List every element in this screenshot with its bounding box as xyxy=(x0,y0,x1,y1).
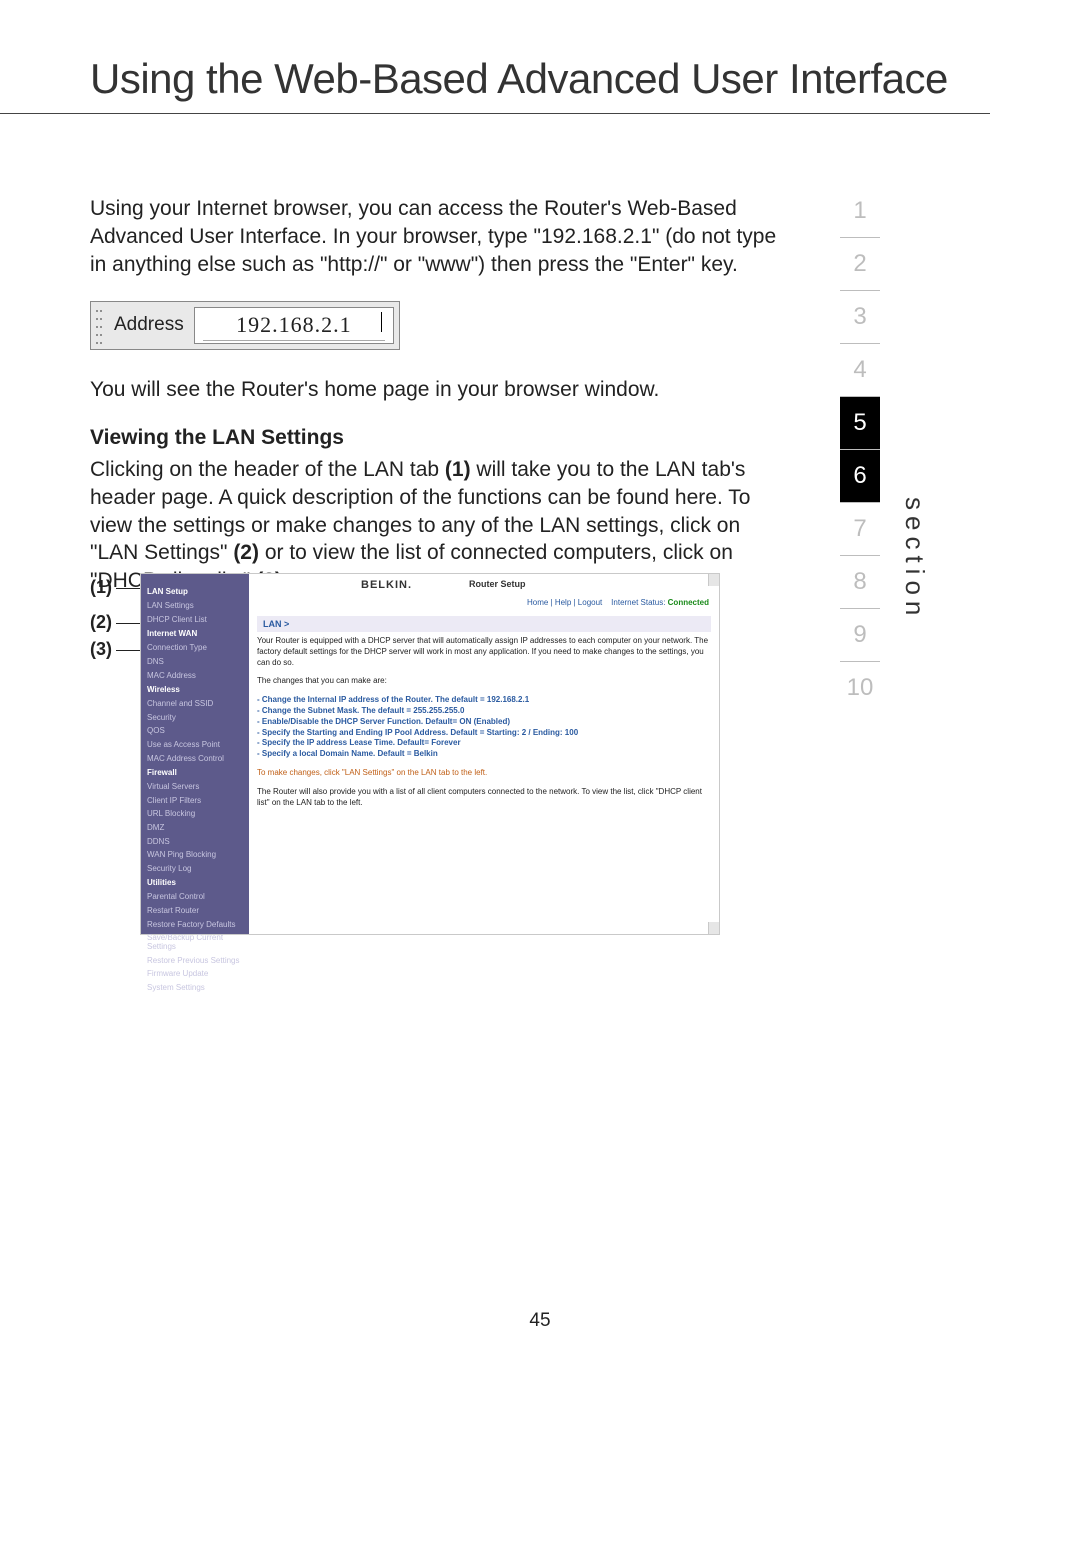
nav-client-ip-filters[interactable]: Client IP Filters xyxy=(141,794,249,808)
section-nav-2[interactable]: 2 xyxy=(840,237,880,290)
nav-url-blocking[interactable]: URL Blocking xyxy=(141,807,249,821)
nav-parental-control[interactable]: Parental Control xyxy=(141,890,249,904)
router-para4: The Router will also provide you with a … xyxy=(257,787,709,809)
nav-restore-previous-settings[interactable]: Restore Previous Settings xyxy=(141,953,249,967)
address-input[interactable]: 192.168.2.1 xyxy=(194,307,394,344)
nav-firmware-update[interactable]: Firmware Update xyxy=(141,967,249,981)
text-caret-icon xyxy=(381,312,382,332)
nav-use-as-access-point[interactable]: Use as Access Point xyxy=(141,738,249,752)
router-screenshot: LAN SetupLAN SettingsDHCP Client ListInt… xyxy=(140,573,720,935)
nav-virtual-servers[interactable]: Virtual Servers xyxy=(141,780,249,794)
nav-mac-address-control[interactable]: MAC Address Control xyxy=(141,751,249,765)
router-bullets: - Change the Internal IP address of the … xyxy=(257,695,709,760)
router-sidebar: LAN SetupLAN SettingsDHCP Client ListInt… xyxy=(141,574,249,934)
nav-channel-and-ssid[interactable]: Channel and SSID xyxy=(141,697,249,711)
nav-lan-settings[interactable]: LAN Settings xyxy=(141,599,249,613)
scrollbar-down-icon[interactable] xyxy=(708,922,719,934)
nav-mac-address[interactable]: MAC Address xyxy=(141,668,249,682)
nav-restore-factory-defaults[interactable]: Restore Factory Defaults xyxy=(141,917,249,931)
section-nav-7[interactable]: 7 xyxy=(840,502,880,555)
router-bullet: - Specify a local Domain Name. Default =… xyxy=(257,749,709,760)
address-bar: Address 192.168.2.1 xyxy=(90,301,400,350)
router-brand: BELKIN. xyxy=(361,579,412,591)
page-title: Using the Web-Based Advanced User Interf… xyxy=(0,0,990,114)
router-bullet: - Specify the IP address Lease Time. Def… xyxy=(257,738,709,749)
nav-security[interactable]: Security xyxy=(141,711,249,725)
section-label: section xyxy=(899,497,930,621)
router-bullet: - Specify the Starting and Ending IP Poo… xyxy=(257,728,709,739)
nav-firewall[interactable]: Firewall xyxy=(141,765,249,780)
nav-save-backup-current-settings[interactable]: Save/Backup Current Settings xyxy=(141,931,249,954)
router-para1: Your Router is equipped with a DHCP serv… xyxy=(257,636,709,668)
nav-dns[interactable]: DNS xyxy=(141,655,249,669)
router-page-title: Router Setup xyxy=(469,579,526,589)
router-main: BELKIN. Router Setup Home | Help | Logou… xyxy=(249,574,719,934)
router-bullet: - Change the Subnet Mask. The default = … xyxy=(257,706,709,717)
section-nav-10[interactable]: 10 xyxy=(840,661,880,714)
nav-wireless[interactable]: Wireless xyxy=(141,682,249,697)
subheading-lan: Viewing the LAN Settings xyxy=(90,426,790,450)
address-label: Address xyxy=(108,308,194,342)
section-nav-1[interactable]: 1 xyxy=(840,185,880,237)
nav-dmz[interactable]: DMZ xyxy=(141,821,249,835)
nav-qos[interactable]: QOS xyxy=(141,724,249,738)
nav-lan-setup[interactable]: LAN Setup xyxy=(141,584,249,599)
nav-restart-router[interactable]: Restart Router xyxy=(141,904,249,918)
after-address-paragraph: You will see the Router's home page in y… xyxy=(90,376,790,404)
section-nav-6[interactable]: 6 xyxy=(840,449,880,502)
router-bullet: - Change the Internal IP address of the … xyxy=(257,695,709,706)
nav-utilities[interactable]: Utilities xyxy=(141,875,249,890)
section-nav-9[interactable]: 9 xyxy=(840,608,880,661)
nav-internet-wan[interactable]: Internet WAN xyxy=(141,626,249,641)
section-nav-3[interactable]: 3 xyxy=(840,290,880,343)
router-bullet: - Enable/Disable the DHCP Server Functio… xyxy=(257,717,709,728)
internet-status: Connected xyxy=(668,598,709,607)
router-top-links[interactable]: Home | Help | Logout Internet Status: Co… xyxy=(527,598,709,607)
page-number: 45 xyxy=(0,1310,1080,1332)
router-para2: The changes that you can make are: xyxy=(257,676,709,687)
nav-ddns[interactable]: DDNS xyxy=(141,834,249,848)
scrollbar-up-icon[interactable] xyxy=(708,574,719,586)
nav-system-settings[interactable]: System Settings xyxy=(141,981,249,995)
address-value: 192.168.2.1 xyxy=(203,310,385,341)
drag-handle-icon xyxy=(94,305,104,345)
nav-security-log[interactable]: Security Log xyxy=(141,862,249,876)
nav-wan-ping-blocking[interactable]: WAN Ping Blocking xyxy=(141,848,249,862)
router-breadcrumb[interactable]: LAN > xyxy=(257,616,711,632)
intro-paragraph: Using your Internet browser, you can acc… xyxy=(90,195,790,279)
router-body: Your Router is equipped with a DHCP serv… xyxy=(257,636,709,816)
nav-connection-type[interactable]: Connection Type xyxy=(141,641,249,655)
section-nav-8[interactable]: 8 xyxy=(840,555,880,608)
section-nav-5[interactable]: 5 xyxy=(840,396,880,449)
section-nav: 12345678910 xyxy=(840,185,880,714)
router-para3: To make changes, click "LAN Settings" on… xyxy=(257,768,709,779)
nav-dhcp-client-list[interactable]: DHCP Client List xyxy=(141,613,249,627)
section-nav-4[interactable]: 4 xyxy=(840,343,880,396)
